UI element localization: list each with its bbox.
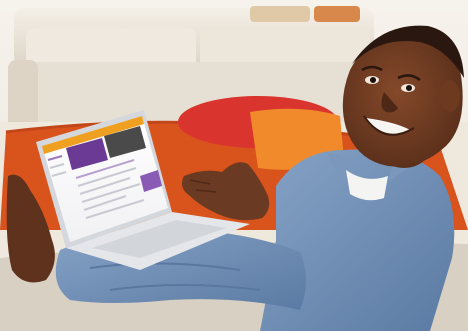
photo-scene xyxy=(0,0,468,331)
photo-illustration xyxy=(0,0,468,331)
